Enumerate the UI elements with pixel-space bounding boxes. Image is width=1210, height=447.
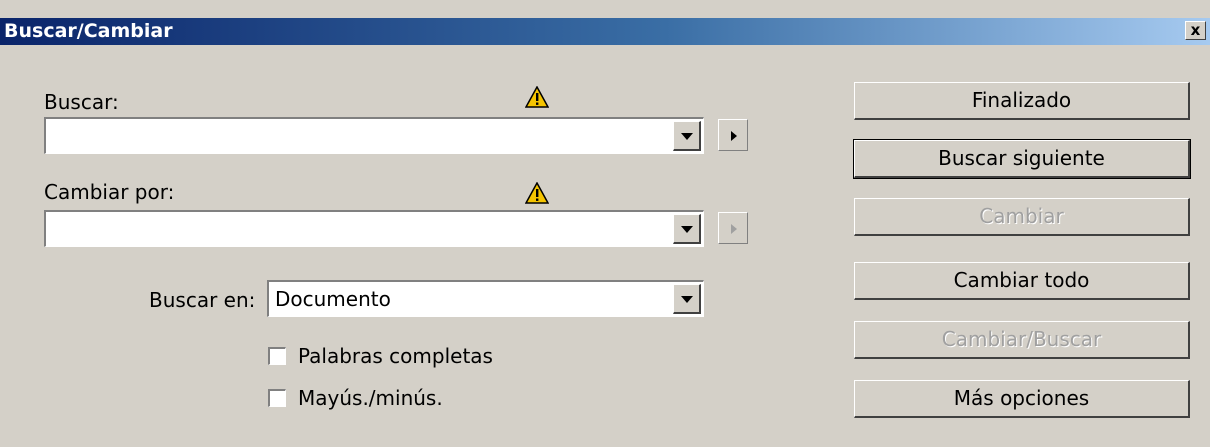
case-sensitive-checkbox[interactable]	[268, 389, 286, 407]
replace-input[interactable]	[44, 210, 704, 247]
whole-word-label: Palabras completas	[298, 344, 493, 368]
done-button[interactable]: Finalizado	[854, 82, 1190, 120]
replace-dropdown-button[interactable]	[673, 214, 701, 244]
case-sensitive-label: Mayús./minús.	[298, 386, 443, 410]
find-input[interactable]	[44, 117, 704, 154]
search-in-dropdown-button[interactable]	[673, 284, 701, 314]
replace-label: Cambiar por:	[44, 180, 175, 204]
change-find-button[interactable]: Cambiar/Buscar	[854, 321, 1190, 359]
window-title: Buscar/Cambiar	[4, 20, 173, 42]
find-special-chars-button[interactable]	[718, 119, 748, 151]
title-bar[interactable]: Buscar/Cambiar x	[0, 18, 1210, 45]
warning-triangle-icon	[525, 182, 549, 204]
find-change-dialog: Buscar/Cambiar x Buscar: Cambiar por: Bu…	[0, 0, 1210, 447]
search-in-label: Buscar en:	[149, 288, 256, 312]
close-button[interactable]: x	[1185, 21, 1206, 40]
change-button[interactable]: Cambiar	[854, 198, 1190, 236]
find-next-button[interactable]: Buscar siguiente	[853, 139, 1191, 179]
whole-word-checkbox[interactable]	[268, 347, 286, 365]
warning-triangle-icon	[525, 86, 549, 108]
search-in-select[interactable]: Documento	[267, 280, 704, 317]
change-all-button[interactable]: Cambiar todo	[854, 262, 1190, 300]
search-in-value: Documento	[275, 287, 391, 311]
find-label: Buscar:	[44, 90, 119, 114]
find-dropdown-button[interactable]	[673, 121, 701, 151]
replace-special-chars-button[interactable]	[718, 212, 748, 244]
more-options-button[interactable]: Más opciones	[854, 380, 1190, 418]
